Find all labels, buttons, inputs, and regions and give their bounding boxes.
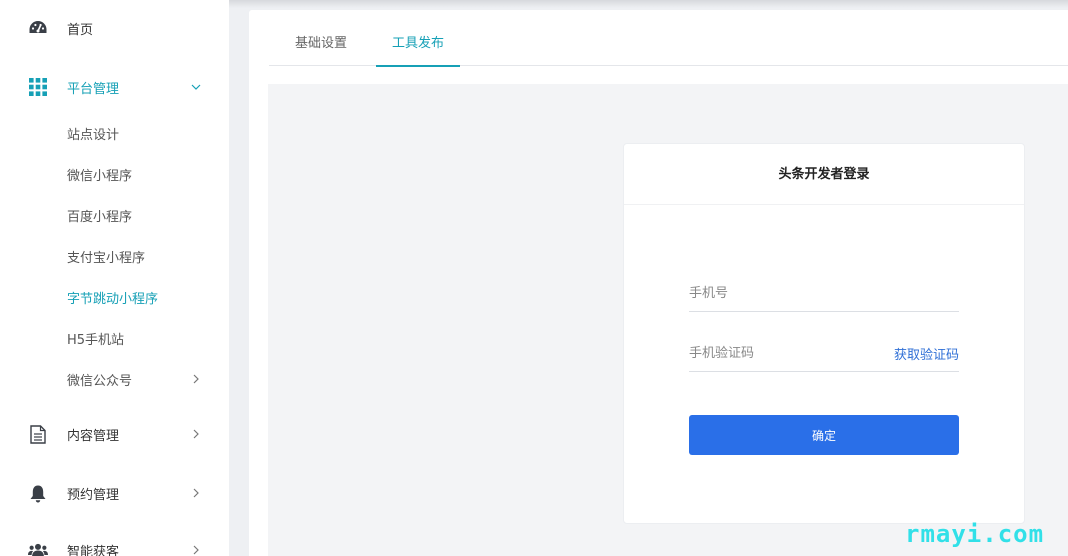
tab-basic-settings[interactable]: 基础设置	[286, 10, 356, 66]
sidebar-item-label: 智能获客	[67, 544, 120, 556]
sidebar-item-platform[interactable]: 平台管理	[0, 75, 229, 99]
sidebar-subitem-wechat-miniprogram[interactable]: 微信小程序	[67, 165, 132, 184]
users-icon	[28, 540, 48, 556]
chevron-right-icon	[190, 373, 202, 385]
chevron-right-icon	[190, 428, 202, 440]
grid-icon	[28, 77, 48, 97]
tab-tool-publish[interactable]: 工具发布	[376, 10, 460, 67]
sidebar-subitem-site-design[interactable]: 站点设计	[67, 124, 119, 143]
sidebar-item-label: 平台管理	[67, 81, 120, 97]
phone-field	[689, 272, 959, 312]
sidebar-item-booking[interactable]: 预约管理	[0, 481, 229, 505]
chevron-right-icon	[190, 544, 202, 556]
code-field: 获取验证码	[689, 332, 959, 372]
get-code-link[interactable]: 获取验证码	[894, 344, 959, 363]
sidebar-item-label: 预约管理	[67, 487, 120, 503]
sidebar-item-content[interactable]: 内容管理	[0, 422, 229, 446]
chevron-down-icon	[190, 81, 202, 93]
dashboard-icon	[28, 18, 48, 38]
sidebar-item-label: 内容管理	[67, 428, 120, 444]
tab-bar: 基础设置 工具发布	[269, 10, 1068, 67]
sidebar-subitem-h5-mobile-site[interactable]: H5手机站	[67, 329, 124, 348]
sidebar-subitem-baidu-miniprogram[interactable]: 百度小程序	[67, 206, 132, 225]
sidebar-item-label: 首页	[67, 22, 94, 38]
bell-icon	[28, 483, 48, 503]
verification-code-input[interactable]	[689, 332, 879, 372]
header-shadow	[229, 0, 1068, 8]
sidebar: 首页 平台管理 站点设计 微信小程序 百度小程序 支付宝小程序 字节跳动小程序 …	[0, 0, 229, 556]
sidebar-item-home[interactable]: 首页	[0, 16, 229, 40]
login-title: 头条开发者登录	[624, 144, 1024, 205]
sidebar-subitem-bytedance-miniprogram[interactable]: 字节跳动小程序	[67, 288, 158, 307]
sidebar-subitem-wechat-official-account[interactable]: 微信公众号	[0, 368, 229, 390]
sidebar-subitem-alipay-miniprogram[interactable]: 支付宝小程序	[67, 247, 145, 266]
watermark-logo: rmayi.com	[905, 520, 1045, 548]
confirm-button[interactable]: 确定	[689, 415, 959, 455]
login-card: 头条开发者登录 获取验证码 确定	[623, 143, 1025, 524]
sidebar-subitem-label: 微信公众号	[67, 373, 133, 389]
sidebar-item-smart-acquisition[interactable]: 智能获客	[0, 538, 229, 556]
document-icon	[28, 424, 48, 444]
phone-input[interactable]	[689, 272, 959, 312]
chevron-right-icon	[190, 487, 202, 499]
